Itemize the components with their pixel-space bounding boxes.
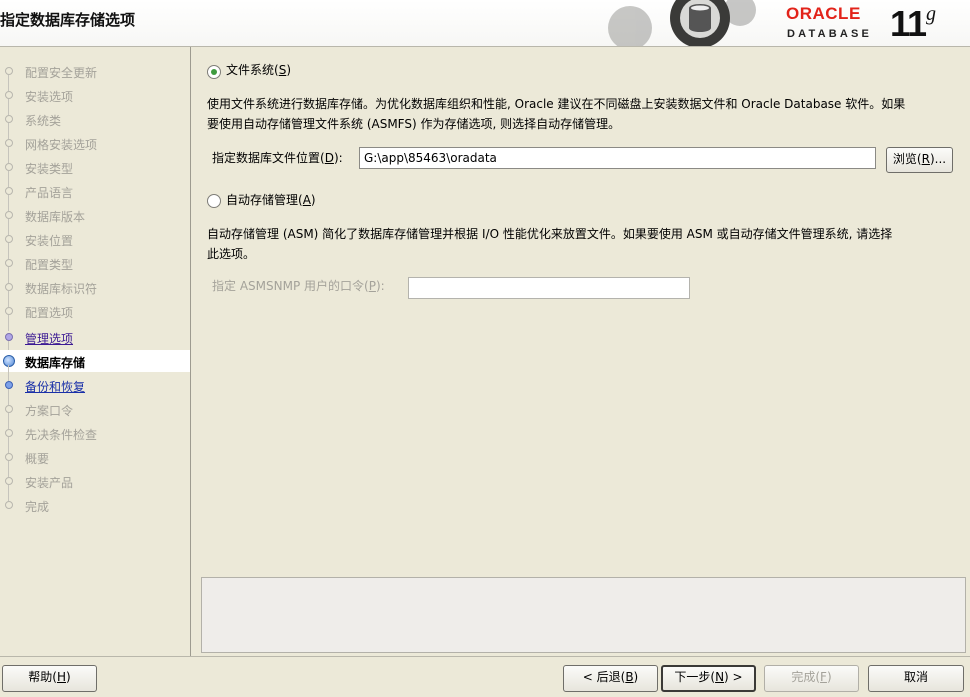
- database-wordmark: DATABASE: [787, 28, 873, 40]
- nav-step: 网格安装选项: [0, 132, 190, 154]
- browse-button[interactable]: 浏览(R)...: [886, 147, 953, 173]
- nav-step-label: 安装类型: [25, 162, 74, 176]
- nav-step: 数据库版本: [0, 204, 190, 226]
- nav-step: 安装产品: [0, 470, 190, 492]
- nav-step: 方案口令: [0, 398, 190, 420]
- oracle-wordmark: ORACLE: [786, 4, 861, 23]
- step-node-icon: [5, 115, 13, 123]
- nav-step: 概要: [0, 446, 190, 468]
- step-node-icon: [5, 235, 13, 243]
- header-banner: 指定数据库存储选项 ORACLE DATABASE 11 g: [0, 0, 970, 47]
- database-location-input[interactable]: G:\app\85463\oradata: [359, 147, 876, 169]
- step-node-icon: [3, 355, 15, 367]
- location-label: 指定数据库文件位置(D):: [212, 151, 343, 165]
- nav-step: 安装类型: [0, 156, 190, 178]
- nav-step-label: 管理选项: [25, 332, 74, 346]
- nav-step-label: 数据库版本: [25, 210, 86, 224]
- nav-step: 完成: [0, 494, 190, 516]
- step-node-icon: [5, 333, 13, 341]
- nav-step[interactable]: 管理选项: [0, 326, 190, 348]
- step-node-icon: [5, 381, 13, 389]
- nav-step-label: 系统类: [25, 114, 62, 128]
- nav-step-label: 产品语言: [25, 186, 74, 200]
- asmsnmp-password-label: 指定 ASMSNMP 用户的口令(P):: [212, 279, 385, 293]
- nav-step: 安装位置: [0, 228, 190, 250]
- message-area: [201, 577, 966, 653]
- nav-step-label: 安装选项: [25, 90, 74, 104]
- gears-graphic-icon: [608, 0, 756, 46]
- main-content: 文件系统(S) 使用文件系统进行数据库存储。为优化数据库组织和性能, Oracl…: [191, 47, 970, 656]
- nav-step[interactable]: 数据库存储: [0, 350, 190, 372]
- nav-step: 数据库标识符: [0, 276, 190, 298]
- step-node-icon: [5, 307, 13, 315]
- step-node-icon: [5, 187, 13, 195]
- asmsnmp-password-input[interactable]: [408, 277, 690, 299]
- asm-radio-label[interactable]: 自动存储管理(A): [226, 190, 316, 210]
- step-navigation: 配置安全更新 安装选项系统类网格安装选项 安装类型产品语言数据库版本安装位置配置类型…: [0, 47, 191, 656]
- back-button[interactable]: < 后退(B): [563, 665, 658, 692]
- nav-step: 安装选项: [0, 84, 190, 106]
- step-node-icon: [5, 67, 13, 75]
- step-node-icon: [5, 501, 13, 509]
- nav-step-label: 配置选项: [25, 306, 74, 320]
- step-node-icon: [5, 405, 13, 413]
- help-button[interactable]: 帮助(H): [2, 665, 97, 692]
- nav-step: 先决条件检查: [0, 422, 190, 444]
- step-node-icon: [5, 283, 13, 291]
- nav-step: 配置选项: [0, 300, 190, 322]
- nav-step: 产品语言: [0, 180, 190, 202]
- nav-step-label: 安装位置: [25, 234, 74, 248]
- filesystem-radio-label[interactable]: 文件系统(S): [226, 60, 291, 80]
- step-node-icon: [5, 163, 13, 171]
- step-node-icon: [5, 429, 13, 437]
- version-suffix: g: [926, 3, 936, 25]
- step-node-icon: [5, 259, 13, 267]
- version-number: 11: [890, 3, 927, 44]
- nav-step: 系统类: [0, 108, 190, 130]
- asm-description: 自动存储管理 (ASM) 简化了数据库存储管理并根据 I/O 性能优化来放置文件…: [207, 227, 893, 261]
- nav-step-label: 网格安装选项: [25, 138, 98, 152]
- next-button[interactable]: 下一步(N) >: [661, 665, 756, 692]
- step-node-icon: [5, 211, 13, 219]
- nav-step: 配置安全更新: [0, 60, 190, 82]
- nav-step-label: 配置安全更新: [25, 66, 98, 80]
- nav-step[interactable]: 备份和恢复: [0, 374, 190, 396]
- step-node-icon: [5, 139, 13, 147]
- nav-step: 配置类型: [0, 252, 190, 274]
- nav-step-label: 备份和恢复: [25, 380, 86, 394]
- step-node-icon: [5, 91, 13, 99]
- nav-step-label: 配置类型: [25, 258, 74, 272]
- finish-button[interactable]: 完成(F): [764, 665, 859, 692]
- cancel-button[interactable]: 取消: [868, 665, 964, 692]
- filesystem-description: 使用文件系统进行数据库存储。为优化数据库组织和性能, Oracle 建议在不同磁…: [207, 97, 906, 131]
- filesystem-radio[interactable]: [207, 65, 221, 79]
- nav-step-label: 安装产品: [25, 476, 74, 490]
- nav-step-label: 数据库存储: [25, 356, 86, 370]
- footer-divider: [0, 656, 970, 657]
- nav-step-label: 先决条件检查: [25, 428, 98, 442]
- nav-step-label: 完成: [25, 500, 50, 514]
- asm-radio[interactable]: [207, 194, 221, 208]
- step-node-icon: [5, 453, 13, 461]
- step-node-icon: [5, 477, 13, 485]
- nav-step-label: 方案口令: [25, 404, 74, 418]
- nav-step-label: 概要: [25, 452, 50, 466]
- nav-step-label: 数据库标识符: [25, 282, 98, 296]
- page-title: 指定数据库存储选项: [0, 11, 136, 29]
